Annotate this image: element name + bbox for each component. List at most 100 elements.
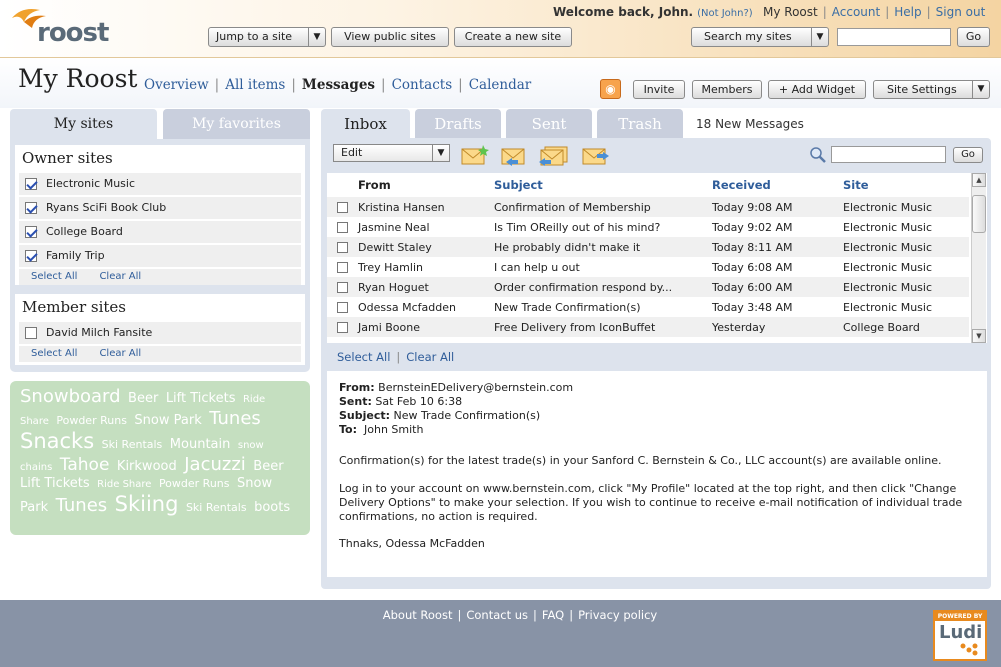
column-subject[interactable]: Subject	[494, 173, 712, 197]
message-subject[interactable]: Free Delivery from IconBuffet	[494, 317, 712, 337]
footer-link-contact[interactable]: Contact us	[466, 608, 528, 622]
message-row[interactable]: Jami Boone Free Delivery from IconBuffet Y…	[327, 317, 969, 337]
column-received[interactable]: Received	[712, 173, 843, 197]
tag[interactable]: Lift Tickets	[166, 391, 236, 406]
messages-clear-all-link[interactable]: Clear All	[406, 350, 454, 364]
tag[interactable]: Snowboard	[20, 386, 121, 407]
checkbox[interactable]	[25, 202, 37, 214]
nav-overview[interactable]: Overview	[144, 77, 209, 93]
nav-messages[interactable]: Messages	[302, 77, 375, 93]
tag[interactable]: Tunes	[209, 408, 261, 429]
checkbox[interactable]	[337, 202, 348, 213]
top-link-account[interactable]: Account	[832, 5, 880, 19]
checkbox[interactable]	[337, 222, 348, 233]
checkbox[interactable]	[337, 262, 348, 273]
invite-button[interactable]: Invite	[633, 80, 685, 99]
top-search-go-button[interactable]: Go	[957, 27, 990, 47]
tag[interactable]: Beer	[253, 459, 283, 474]
top-link-sign-out[interactable]: Sign out	[936, 5, 986, 19]
checkbox[interactable]	[25, 178, 37, 190]
reply-all-icon[interactable]	[537, 144, 573, 166]
powered-by-ludi-badge[interactable]: POWERED BY Ludi	[933, 610, 987, 661]
owner-clear-all-link[interactable]: Clear All	[99, 271, 141, 282]
tag[interactable]: Jacuzzi	[184, 454, 246, 475]
forward-icon[interactable]	[582, 144, 610, 166]
tag[interactable]: Ride	[243, 394, 265, 405]
message-list-scrollbar[interactable]: ▲ ▼	[971, 173, 986, 343]
owner-select-all-link[interactable]: Select All	[31, 271, 77, 282]
message-row[interactable]: Trey Hamlin I can help u out Today 6:08 AM…	[327, 257, 969, 277]
tag[interactable]: Snacks	[20, 429, 94, 453]
tag[interactable]: Kirkwood	[117, 459, 177, 474]
tag[interactable]: Tahoe	[60, 455, 110, 475]
tag[interactable]: Skiing	[115, 492, 179, 516]
column-site[interactable]: Site	[843, 173, 969, 197]
message-subject[interactable]: Order confirmation respond by...	[494, 277, 712, 297]
message-subject[interactable]: He probably didn't make it	[494, 237, 712, 257]
message-row[interactable]: Dewitt Staley He probably didn't make it T…	[327, 237, 969, 257]
message-subject[interactable]: I can help u out	[494, 257, 712, 277]
owner-site-row[interactable]: College Board	[19, 221, 301, 245]
message-search-input[interactable]	[831, 146, 946, 163]
scroll-up-icon[interactable]: ▲	[972, 173, 986, 187]
message-row[interactable]: Kristina Hansen Confirmation of Membershi…	[327, 197, 969, 217]
message-subject[interactable]: New Trade Confirmation(s)	[494, 297, 712, 317]
column-from[interactable]: From	[358, 173, 494, 197]
nav-all-items[interactable]: All items	[225, 77, 285, 93]
footer-link-about[interactable]: About Roost	[383, 608, 453, 622]
new-message-icon[interactable]	[461, 144, 489, 166]
site-settings-dropdown[interactable]: Site Settings ▼	[873, 80, 990, 99]
message-subject[interactable]: Is Tim OReilly out of his mind?	[494, 217, 712, 237]
tag[interactable]: Beer	[128, 391, 158, 406]
owner-site-row[interactable]: Ryans SciFi Book Club	[19, 197, 301, 221]
tag[interactable]: boots	[254, 500, 290, 515]
tag[interactable]: Ski Rentals	[186, 501, 247, 514]
tag[interactable]: Share	[20, 416, 49, 427]
footer-link-faq[interactable]: FAQ	[542, 608, 564, 622]
scroll-down-icon[interactable]: ▼	[972, 329, 986, 343]
footer-link-privacy[interactable]: Privacy policy	[578, 608, 657, 622]
message-row[interactable]: Ryan Hoguet Order confirmation respond by…	[327, 277, 969, 297]
nav-contacts[interactable]: Contacts	[392, 77, 453, 93]
tag[interactable]: Snow Park	[134, 413, 201, 428]
reply-icon[interactable]	[500, 144, 528, 166]
message-subject[interactable]: Confirmation of Membership	[494, 197, 712, 217]
not-john-link[interactable]: (Not John?)	[697, 8, 753, 19]
tab-trash[interactable]: Trash	[597, 109, 683, 139]
checkbox[interactable]	[25, 226, 37, 238]
checkbox[interactable]	[337, 322, 348, 333]
tag[interactable]: Lift Tickets	[20, 476, 90, 491]
member-select-all-link[interactable]: Select All	[31, 348, 77, 359]
message-row[interactable]: Jasmine Neal Is Tim OReilly out of his mi…	[327, 217, 969, 237]
tab-my-favorites[interactable]: My favorites	[163, 109, 310, 139]
view-public-sites-button[interactable]: View public sites	[331, 27, 449, 47]
roost-logo[interactable]: roost	[10, 4, 109, 50]
tag[interactable]: Mountain	[170, 437, 231, 452]
members-button[interactable]: Members	[692, 80, 762, 99]
rss-icon[interactable]: ◉	[600, 79, 621, 99]
scroll-thumb[interactable]	[972, 195, 986, 233]
member-site-row[interactable]: David Milch Fansite	[19, 322, 301, 346]
owner-site-row[interactable]: Electronic Music	[19, 173, 301, 197]
tag[interactable]: Tunes	[56, 495, 108, 516]
member-clear-all-link[interactable]: Clear All	[99, 348, 141, 359]
tab-inbox[interactable]: Inbox	[321, 109, 410, 139]
checkbox[interactable]	[337, 242, 348, 253]
top-search-input[interactable]	[837, 28, 951, 46]
tab-drafts[interactable]: Drafts	[415, 109, 501, 139]
add-widget-button[interactable]: + Add Widget	[768, 80, 866, 99]
edit-dropdown[interactable]: Edit ▼	[333, 144, 450, 162]
tag[interactable]: Powder Runs	[159, 477, 230, 490]
checkbox[interactable]	[25, 250, 37, 262]
tag[interactable]: Powder Runs	[56, 414, 127, 427]
tag[interactable]: Ski Rentals	[102, 438, 163, 451]
search-my-sites-dropdown[interactable]: Search my sites ▼	[691, 27, 829, 47]
create-site-button[interactable]: Create a new site	[454, 27, 572, 47]
top-link-help[interactable]: Help	[894, 5, 921, 19]
messages-select-all-link[interactable]: Select All	[337, 350, 390, 364]
tag[interactable]: Ride Share	[97, 479, 151, 490]
message-search-go-button[interactable]: Go	[953, 147, 983, 163]
message-row[interactable]: Odessa Mcfadden New Trade Confirmation(s)…	[327, 297, 969, 317]
checkbox[interactable]	[337, 282, 348, 293]
tab-my-sites[interactable]: My sites	[10, 109, 157, 139]
